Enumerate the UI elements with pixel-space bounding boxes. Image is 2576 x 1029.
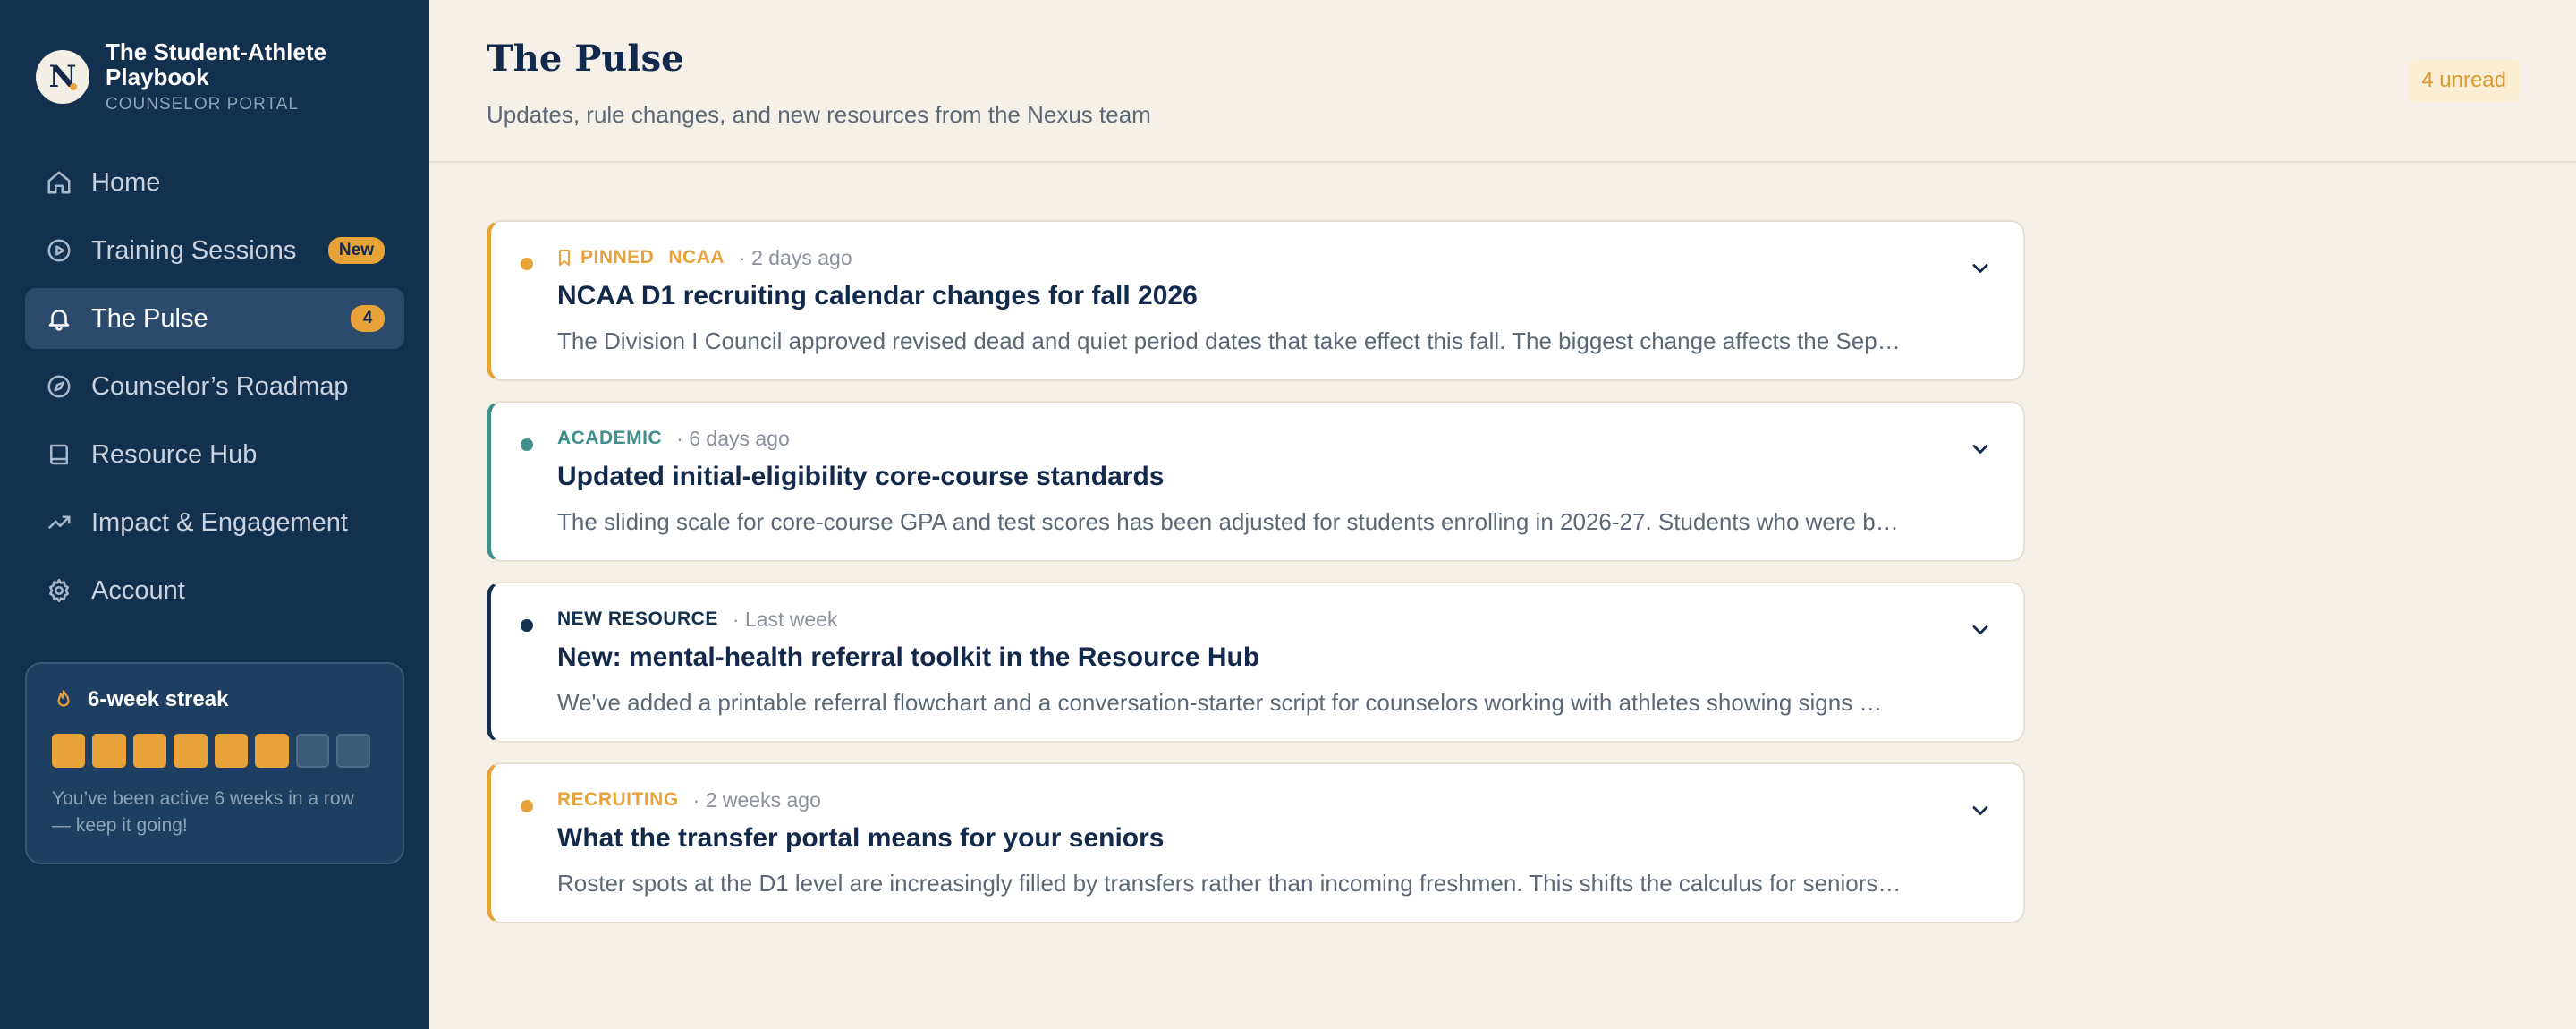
streak-message: You’ve been active 6 weeks in a row — ke…	[52, 788, 354, 836]
streak-progress	[52, 734, 377, 768]
streak-week-active	[92, 734, 126, 768]
streak-week-active	[214, 734, 249, 768]
sidebar-nav: Home Training Sessions New The Pulse 4 C…	[25, 152, 404, 621]
gear-icon	[45, 576, 73, 605]
streak-week-inactive	[336, 734, 370, 768]
streak-week-inactive	[295, 734, 330, 768]
flame-icon	[57, 690, 70, 707]
logo: N	[36, 50, 89, 104]
sidebar-item-label: Impact & Engagement	[91, 507, 348, 537]
category-tag: RECRUITING	[557, 789, 679, 810]
post-meta: RECRUITING · 2 weeks ago	[557, 787, 1952, 812]
post-card[interactable]: NEW RESOURCE · Last week New: mental-hea…	[487, 582, 2025, 743]
streak-week-active	[52, 734, 86, 768]
post-time: · 2 days ago	[739, 245, 852, 269]
post-card[interactable]: ACADEMIC · 6 days ago Updated initial-el…	[487, 401, 2025, 562]
sidebar-item-label: Counselor’s Roadmap	[91, 371, 349, 401]
sidebar-item-training-sessions[interactable]: Training Sessions New	[25, 220, 404, 281]
streak-week-active	[132, 734, 167, 768]
logo-dot	[70, 83, 77, 90]
post-card[interactable]: RECRUITING · 2 weeks ago What the transf…	[487, 762, 2025, 923]
unread-dot	[521, 619, 533, 632]
chevron-down-icon[interactable]	[1968, 617, 1993, 642]
compass-icon	[45, 372, 73, 401]
pinned-label: PINNED	[580, 247, 655, 268]
sidebar-item-label: Account	[91, 575, 185, 605]
book-icon	[45, 440, 73, 469]
post-meta: NEW RESOURCE · Last week	[557, 607, 1952, 632]
sidebar-item-the-pulse[interactable]: The Pulse 4	[25, 288, 404, 349]
sidebar-item-label: The Pulse	[91, 303, 208, 333]
sidebar: N The Student-Athlete Playbook COUNSELOR…	[0, 0, 429, 1029]
sidebar-item-account[interactable]: Account	[25, 560, 404, 621]
sidebar-item-label: Training Sessions	[91, 235, 297, 265]
post-time: · 6 days ago	[676, 426, 790, 450]
chevron-down-icon[interactable]	[1968, 256, 1993, 281]
sidebar-item-label: Resource Hub	[91, 439, 258, 469]
brand-title: The Student-Athlete Playbook	[106, 38, 326, 90]
sidebar-item-impact-engagement[interactable]: Impact & Engagement	[25, 492, 404, 553]
main-content: The Pulse Updates, rule changes, and new…	[429, 0, 2576, 1029]
streak-card: 6-week streak You’ve been active 6 weeks…	[25, 662, 404, 864]
post-card[interactable]: PINNED NCAA · 2 days ago NCAA D1 recruit…	[487, 220, 2025, 381]
new-badge: New	[327, 237, 385, 264]
streak-week-active	[255, 734, 289, 768]
unread-dot	[521, 258, 533, 270]
streak-title: 6-week streak	[88, 687, 229, 711]
brand-subtitle: COUNSELOR PORTAL	[106, 95, 299, 114]
post-excerpt: The Division I Council approved revised …	[557, 327, 1901, 354]
page-title: The Pulse	[487, 38, 684, 80]
sidebar-item-resource-hub[interactable]: Resource Hub	[25, 424, 404, 485]
pulse-feed: PINNED NCAA · 2 days ago NCAA D1 recruit…	[429, 163, 2576, 923]
post-title: What the transfer portal means for your …	[557, 823, 1165, 853]
home-icon	[45, 168, 73, 197]
sidebar-item-counselors-roadmap[interactable]: Counselor’s Roadmap	[25, 356, 404, 417]
pinned-tag: PINNED	[557, 247, 654, 268]
category-tag: ACADEMIC	[557, 428, 663, 448]
chevron-down-icon[interactable]	[1968, 437, 1993, 462]
streak-week-active	[174, 734, 208, 768]
sidebar-item-home[interactable]: Home	[25, 152, 404, 213]
post-title: NCAA D1 recruiting calendar changes for …	[557, 281, 1198, 310]
post-time: · 2 weeks ago	[692, 787, 821, 812]
post-title: Updated initial-eligibility core-course …	[557, 462, 1165, 491]
unread-dot	[521, 800, 533, 812]
bell-icon	[45, 304, 73, 333]
post-title: New: mental-health referral toolkit in t…	[557, 642, 1260, 672]
bookmark-icon	[559, 250, 570, 266]
post-meta: PINNED NCAA · 2 days ago	[557, 245, 1952, 270]
category-tag: NEW RESOURCE	[557, 608, 718, 629]
sidebar-item-label: Home	[91, 167, 161, 197]
page-subtitle: Updates, rule changes, and new resources…	[487, 101, 1151, 128]
count-badge: 4	[351, 305, 385, 332]
post-excerpt: The sliding scale for core-course GPA an…	[557, 508, 1899, 535]
brand[interactable]: N The Student-Athlete Playbook COUNSELOR…	[25, 0, 404, 115]
post-excerpt: Roster spots at the D1 level are increas…	[557, 870, 1902, 897]
streak-header: 6-week streak	[52, 687, 377, 712]
unread-badge: 4 unread	[2407, 59, 2521, 102]
play-circle-icon	[45, 236, 73, 265]
post-time: · Last week	[732, 607, 838, 631]
chevron-down-icon[interactable]	[1968, 798, 1993, 823]
page-header: The Pulse Updates, rule changes, and new…	[429, 0, 2576, 163]
post-meta: ACADEMIC · 6 days ago	[557, 426, 1952, 451]
trending-up-icon	[45, 508, 73, 537]
post-excerpt: We've added a printable referral flowcha…	[557, 689, 1883, 716]
unread-dot	[521, 438, 533, 451]
category-tag: NCAA	[668, 247, 725, 268]
